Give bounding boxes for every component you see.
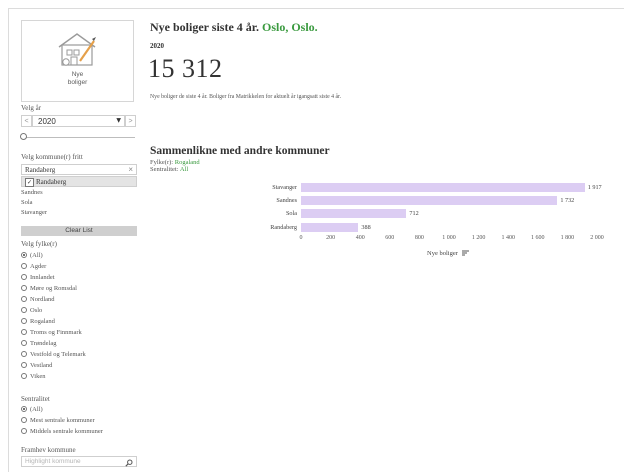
county-option[interactable]: Oslo [21,305,86,316]
checkbox-checked-icon[interactable]: ✓ [25,178,34,187]
logo-card: Nye boliger [21,20,134,102]
radio-icon [21,318,27,324]
radio-icon [21,285,27,291]
municipality-filter-label: Velg kommune(r) fritt [21,153,83,161]
chevron-down-icon: ▼ [116,117,121,124]
big-number: 15 312 [148,54,223,83]
compare-fylke: Fylke(r): Rogaland [150,159,200,166]
centrality-option[interactable]: (All) [21,404,103,415]
centrality-option[interactable]: Mest sentrale kommuner [21,415,103,426]
centrality-option-label: Middels sentrale kommuner [30,428,103,435]
compare-sentralitet-label: Sentralitet: [150,166,179,173]
county-option[interactable]: Vestfold og Telemark [21,349,86,360]
county-option-label: Troms og Finnmark [30,329,82,336]
year-slider-handle[interactable] [20,133,27,140]
radio-icon [21,340,27,346]
municipality-selected-item[interactable]: ✓ Randaberg [21,176,137,187]
year-next-button[interactable]: > [125,115,136,127]
centrality-filter-label: Sentralitet [21,395,50,403]
year-prev-button[interactable]: < [21,115,32,127]
highlight-input[interactable]: Highlight kommune [21,456,137,467]
county-option-label: Nordland [30,296,55,303]
compare-title: Sammenlikne med andre kommuner [150,145,330,157]
county-option-label: (All) [30,252,43,259]
page-title-prefix: Nye boliger siste 4 år. [150,20,259,34]
header-year: 2020 [150,42,164,50]
county-option-label: Trøndelag [30,340,57,347]
county-option[interactable]: (All) [21,250,86,261]
county-option-label: Vestfold og Telemark [30,351,86,358]
logo-label: Nye boliger [22,71,133,87]
county-option-label: Vestland [30,362,53,369]
county-option[interactable]: Agder [21,261,86,272]
logo-line1: Nye [71,71,84,78]
clear-list-button[interactable]: Clear List [21,226,137,236]
house-icon [58,33,96,66]
county-option-label: Møre og Romsdal [30,285,77,292]
sort-icon[interactable] [461,250,469,256]
year-select[interactable]: 2020 ▼ [32,115,125,127]
radio-icon [21,417,27,423]
municipality-item[interactable]: Stavanger [21,209,47,216]
highlight-label: Framhev kommune [21,446,76,454]
municipality-search-value: Randaberg [25,166,56,174]
page-title: Nye boliger siste 4 år. Oslo, Oslo. [150,20,318,35]
page-title-place: Oslo, Oslo. [262,20,318,34]
centrality-option-label: Mest sentrale kommuner [30,417,95,424]
compare-fylke-value: Rogaland [174,159,200,166]
county-option-label: Rogaland [30,318,55,325]
county-option[interactable]: Møre og Romsdal [21,283,86,294]
compare-sentralitet-value: All [179,166,189,173]
year-select-value: 2020 [38,117,56,126]
centrality-option[interactable]: Middels sentrale kommuner [21,426,103,437]
radio-icon [21,373,27,379]
close-icon[interactable]: × [128,165,133,174]
municipality-search-input[interactable]: Randaberg × [21,164,137,175]
radio-icon [21,329,27,335]
radio-icon [21,362,27,368]
municipality-selected-label: Randaberg [36,178,67,186]
radio-icon [21,351,27,357]
municipality-item[interactable]: Sola [21,199,33,206]
centrality-option-label: (All) [30,406,43,413]
highlight-placeholder: Highlight kommune [25,458,81,465]
logo-line2: boliger [67,79,88,86]
municipality-item[interactable]: Sandnes [21,189,43,196]
county-option-label: Viken [30,373,46,380]
county-option-label: Agder [30,263,47,270]
radio-selected-icon [21,406,27,412]
radio-icon [21,263,27,269]
county-option[interactable]: Rogaland [21,316,86,327]
radio-icon [21,296,27,302]
county-option[interactable]: Troms og Finnmark [21,327,86,338]
compare-fylke-label: Fylke(r): [150,159,174,166]
county-option[interactable]: Vestland [21,360,86,371]
county-option-label: Oslo [30,307,43,314]
county-option[interactable]: Trøndelag [21,338,86,349]
county-option-label: Innlandet [30,274,55,281]
chart-x-axis-title: Nye boliger [427,250,469,257]
search-icon [125,459,133,467]
chart-x-axis-label: Nye boliger [427,250,458,257]
header-description: Nye boliger de siste 4 år. Boliger fra M… [150,94,342,100]
radio-icon [21,274,27,280]
county-option[interactable]: Nordland [21,294,86,305]
year-filter-label: Velg år [21,104,42,112]
year-slider-track[interactable] [25,137,135,138]
centrality-radio-list: (All) Mest sentrale kommuner Middels sen… [21,404,103,437]
county-option[interactable]: Innlandet [21,272,86,283]
county-filter-label: Velg fylke(r) [21,240,57,248]
radio-icon [21,307,27,313]
compare-sentralitet: Sentralitet: All [150,166,188,173]
radio-selected-icon [21,252,27,258]
county-radio-list: (All) Agder Innlandet Møre og Romsdal No… [21,250,86,382]
radio-icon [21,428,27,434]
county-option[interactable]: Viken [21,371,86,382]
